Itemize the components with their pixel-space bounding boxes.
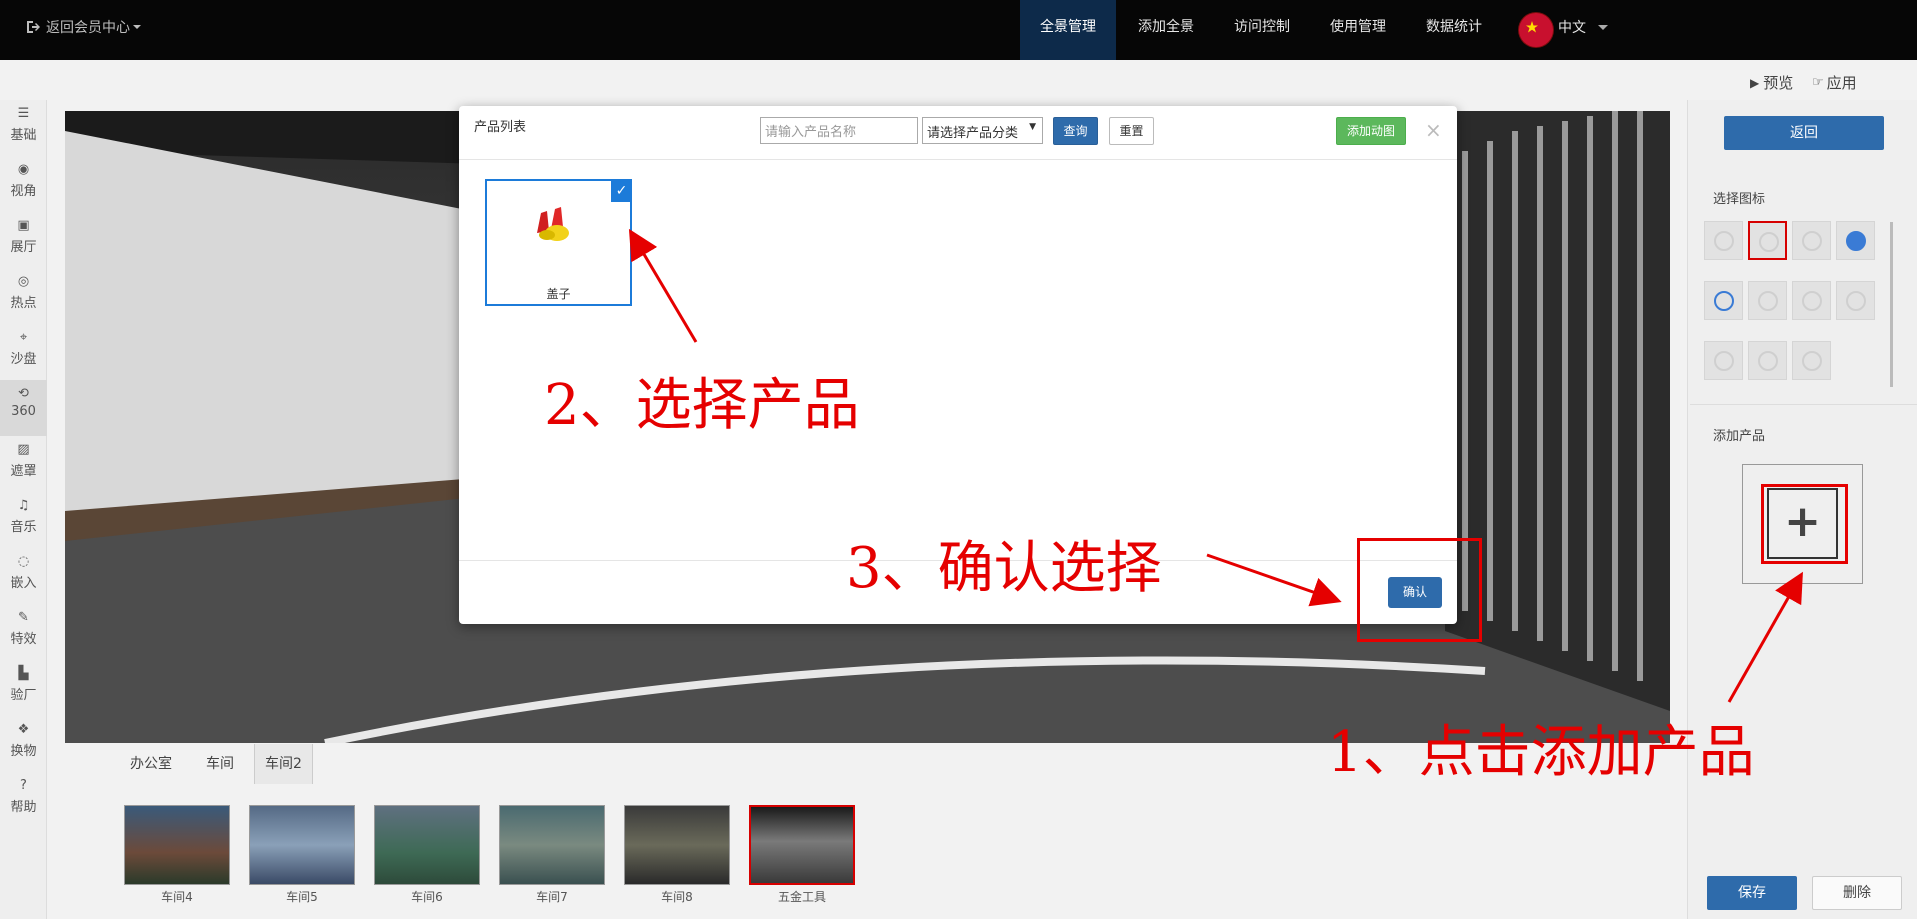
arrow-to-confirm — [1206, 553, 1342, 607]
step-2-annotation: 2、选择产品 — [544, 373, 860, 438]
confirm-highlight-box — [1357, 538, 1482, 642]
step-3-annotation: 3、确认选择 — [846, 536, 1162, 601]
step-1-annotation: 1、点击添加产品 — [1327, 720, 1755, 785]
arrow-to-product — [628, 228, 698, 343]
add-highlight-box — [1761, 484, 1848, 564]
arrow-to-add — [1727, 571, 1803, 703]
